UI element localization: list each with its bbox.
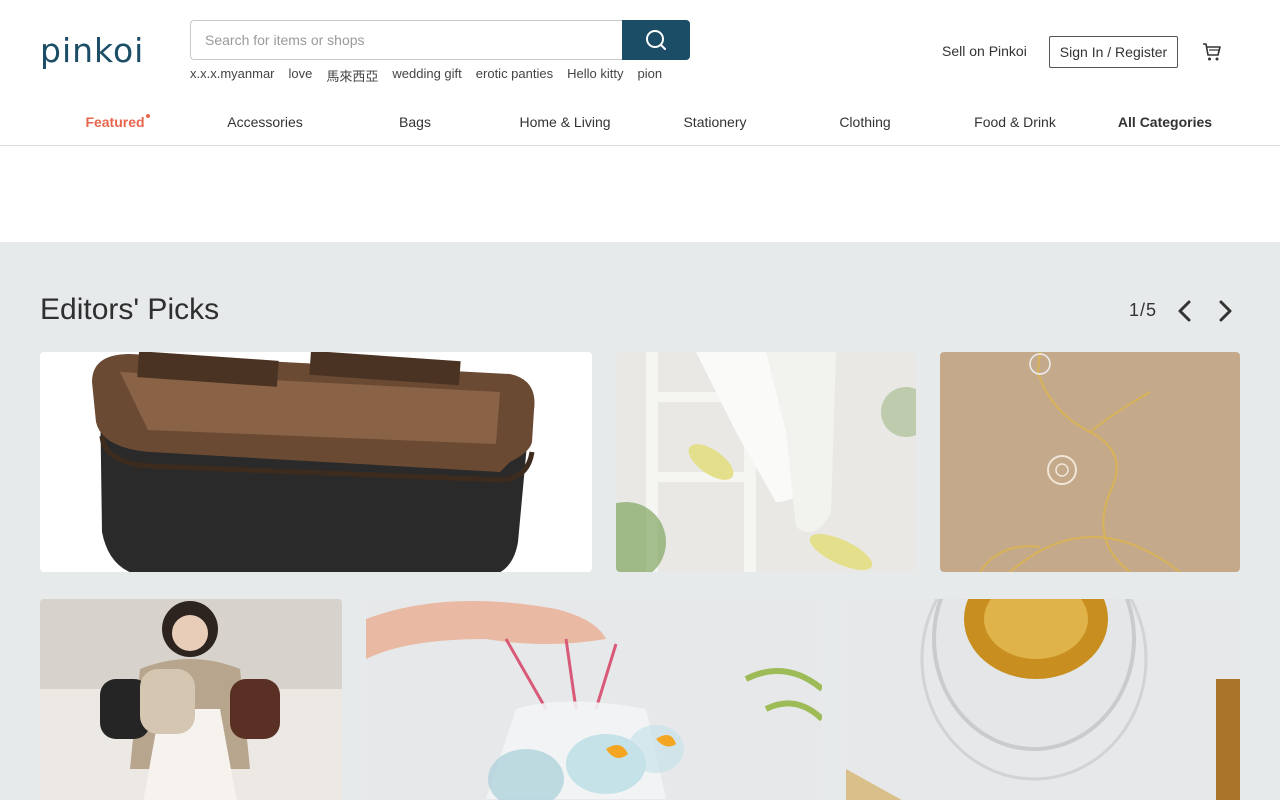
hot-word[interactable]: x.x.x.myanmar (190, 66, 275, 85)
hot-word[interactable]: erotic panties (476, 66, 553, 85)
wooden-tissue-box-photo (40, 352, 592, 572)
woman-with-backpacks-photo (40, 599, 342, 800)
logo-wordmark: pinkoi (40, 32, 144, 70)
nav-item-food-drink[interactable]: Food & Drink (940, 110, 1090, 134)
editors-picks-section: Editors' Picks 1/5 (0, 242, 1280, 800)
cart-button[interactable] (1201, 41, 1223, 63)
cart-icon (1203, 43, 1221, 61)
new-indicator-dot (146, 114, 150, 118)
nav-item-label: Accessories (227, 114, 303, 130)
pinkoi-logo[interactable]: pinkoi (40, 31, 156, 72)
nav-item-label: All Categories (1117, 114, 1213, 130)
pager-indicator: 1/5 (1129, 300, 1158, 320)
search-bar (190, 20, 690, 60)
hot-word[interactable]: pion (637, 66, 662, 85)
pick-card[interactable] (366, 599, 822, 800)
nav-item-bags[interactable]: Bags (340, 110, 490, 134)
hot-search-words: x.x.x.myanmar love 馬來西亞 wedding gift ero… (190, 66, 662, 85)
pick-card[interactable] (940, 352, 1240, 572)
hot-word[interactable]: love (289, 66, 313, 85)
chevron-right-icon (1219, 300, 1232, 322)
nav-item-home-living[interactable]: Home & Living (490, 110, 640, 134)
nav-item-label: Food & Drink (974, 114, 1056, 130)
goldfish-bag-charms-photo (366, 599, 822, 800)
embroidered-flats-photo (616, 352, 916, 572)
nav-item-label: Clothing (839, 114, 891, 130)
chevron-left-icon (1178, 300, 1191, 322)
gold-wire-ornament-photo (940, 352, 1240, 572)
search-button[interactable] (622, 20, 690, 60)
pick-card[interactable] (616, 352, 916, 572)
hot-word[interactable]: wedding gift (392, 66, 461, 85)
sign-in-register-button[interactable]: Sign In / Register (1049, 36, 1178, 68)
prev-button[interactable] (1173, 298, 1197, 324)
sell-on-pinkoi-link[interactable]: Sell on Pinkoi (942, 43, 1027, 59)
next-button[interactable] (1213, 298, 1237, 324)
nav-item-label: Stationery (683, 114, 747, 130)
nav-item-all-categories[interactable]: All Categories (1090, 110, 1240, 134)
pick-card[interactable] (40, 352, 592, 572)
section-title: Editors' Picks (40, 293, 220, 326)
nav-item-clothing[interactable]: Clothing (790, 110, 940, 134)
site-header: pinkoi x.x.x.myanmar love 馬來西亞 wedding g… (0, 0, 1280, 146)
nav-item-stationery[interactable]: Stationery (640, 110, 790, 134)
pick-card[interactable] (846, 599, 1240, 800)
search-icon (646, 30, 666, 50)
pick-card[interactable] (40, 599, 342, 800)
hot-word[interactable]: Hello kitty (567, 66, 623, 85)
hot-word[interactable]: 馬來西亞 (326, 66, 378, 85)
category-nav: Featured Accessories Bags Home & Living … (40, 110, 1240, 134)
nav-item-label: Featured (85, 114, 145, 130)
nav-item-accessories[interactable]: Accessories (190, 110, 340, 134)
nav-item-label: Bags (399, 114, 431, 130)
tea-in-glass-cup-photo (846, 599, 1240, 800)
nav-item-label: Home & Living (519, 114, 611, 130)
nav-item-featured[interactable]: Featured (40, 110, 190, 134)
banner-area (0, 147, 1280, 242)
search-input[interactable] (190, 20, 623, 60)
